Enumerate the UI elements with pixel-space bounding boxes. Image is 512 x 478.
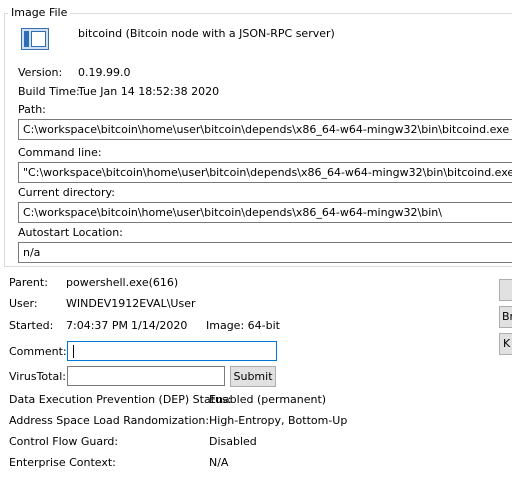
side-button-1[interactable] — [499, 279, 512, 301]
build-time-value: Tue Jan 14 18:52:38 2020 — [78, 85, 220, 98]
virustotal-label: VirusTotal: — [9, 370, 66, 383]
version-value: 0.19.99.0 — [78, 66, 131, 79]
application-window-icon — [21, 28, 49, 50]
command-line-field[interactable]: "C:\workspace\bitcoin\home\user\bitcoin\… — [18, 162, 512, 183]
started-date: 1/14/2020 — [131, 319, 188, 332]
aslr-value: High-Entropy, Bottom-Up — [209, 414, 348, 427]
dep-label: Data Execution Prevention (DEP) Status: — [9, 393, 232, 406]
image-file-legend: Image File — [8, 6, 71, 19]
comment-input[interactable] — [67, 341, 277, 361]
current-directory-field[interactable]: C:\workspace\bitcoin\home\user\bitcoin\d… — [18, 202, 512, 223]
submit-button[interactable]: Submit — [230, 366, 276, 387]
image-description: bitcoind (Bitcoin node with a JSON-RPC s… — [78, 27, 335, 40]
cfg-label: Control Flow Guard: — [9, 435, 119, 448]
path-label: Path: — [18, 103, 46, 116]
aslr-label: Address Space Load Randomization: — [9, 414, 210, 427]
build-time-label: Build Time: — [18, 85, 80, 98]
command-line-label: Command line: — [18, 146, 102, 159]
virustotal-input[interactable] — [67, 366, 225, 386]
current-directory-label: Current directory: — [18, 186, 115, 199]
user-label: User: — [9, 297, 38, 310]
text-caret — [73, 345, 74, 358]
comment-label: Comment: — [9, 345, 67, 358]
path-field[interactable]: C:\workspace\bitcoin\home\user\bitcoin\d… — [18, 119, 512, 140]
dep-value: Enabled (permanent) — [209, 393, 327, 406]
side-button-2[interactable]: Br — [499, 306, 512, 328]
user-value: WINDEV1912EVAL\User — [66, 297, 196, 310]
image-bitness: Image: 64-bit — [206, 319, 280, 332]
enterprise-context-value: N/A — [209, 456, 229, 469]
autostart-location-field[interactable]: n/a — [18, 242, 512, 263]
cfg-value: Disabled — [209, 435, 257, 448]
enterprise-context-label: Enterprise Context: — [9, 456, 116, 469]
autostart-location-label: Autostart Location: — [18, 226, 123, 239]
version-label: Version: — [18, 66, 63, 79]
parent-value: powershell.exe(616) — [66, 276, 179, 289]
started-label: Started: — [9, 319, 54, 332]
started-time: 7:04:37 PM — [66, 319, 129, 332]
parent-label: Parent: — [9, 276, 48, 289]
side-button-3[interactable]: K — [499, 333, 512, 355]
